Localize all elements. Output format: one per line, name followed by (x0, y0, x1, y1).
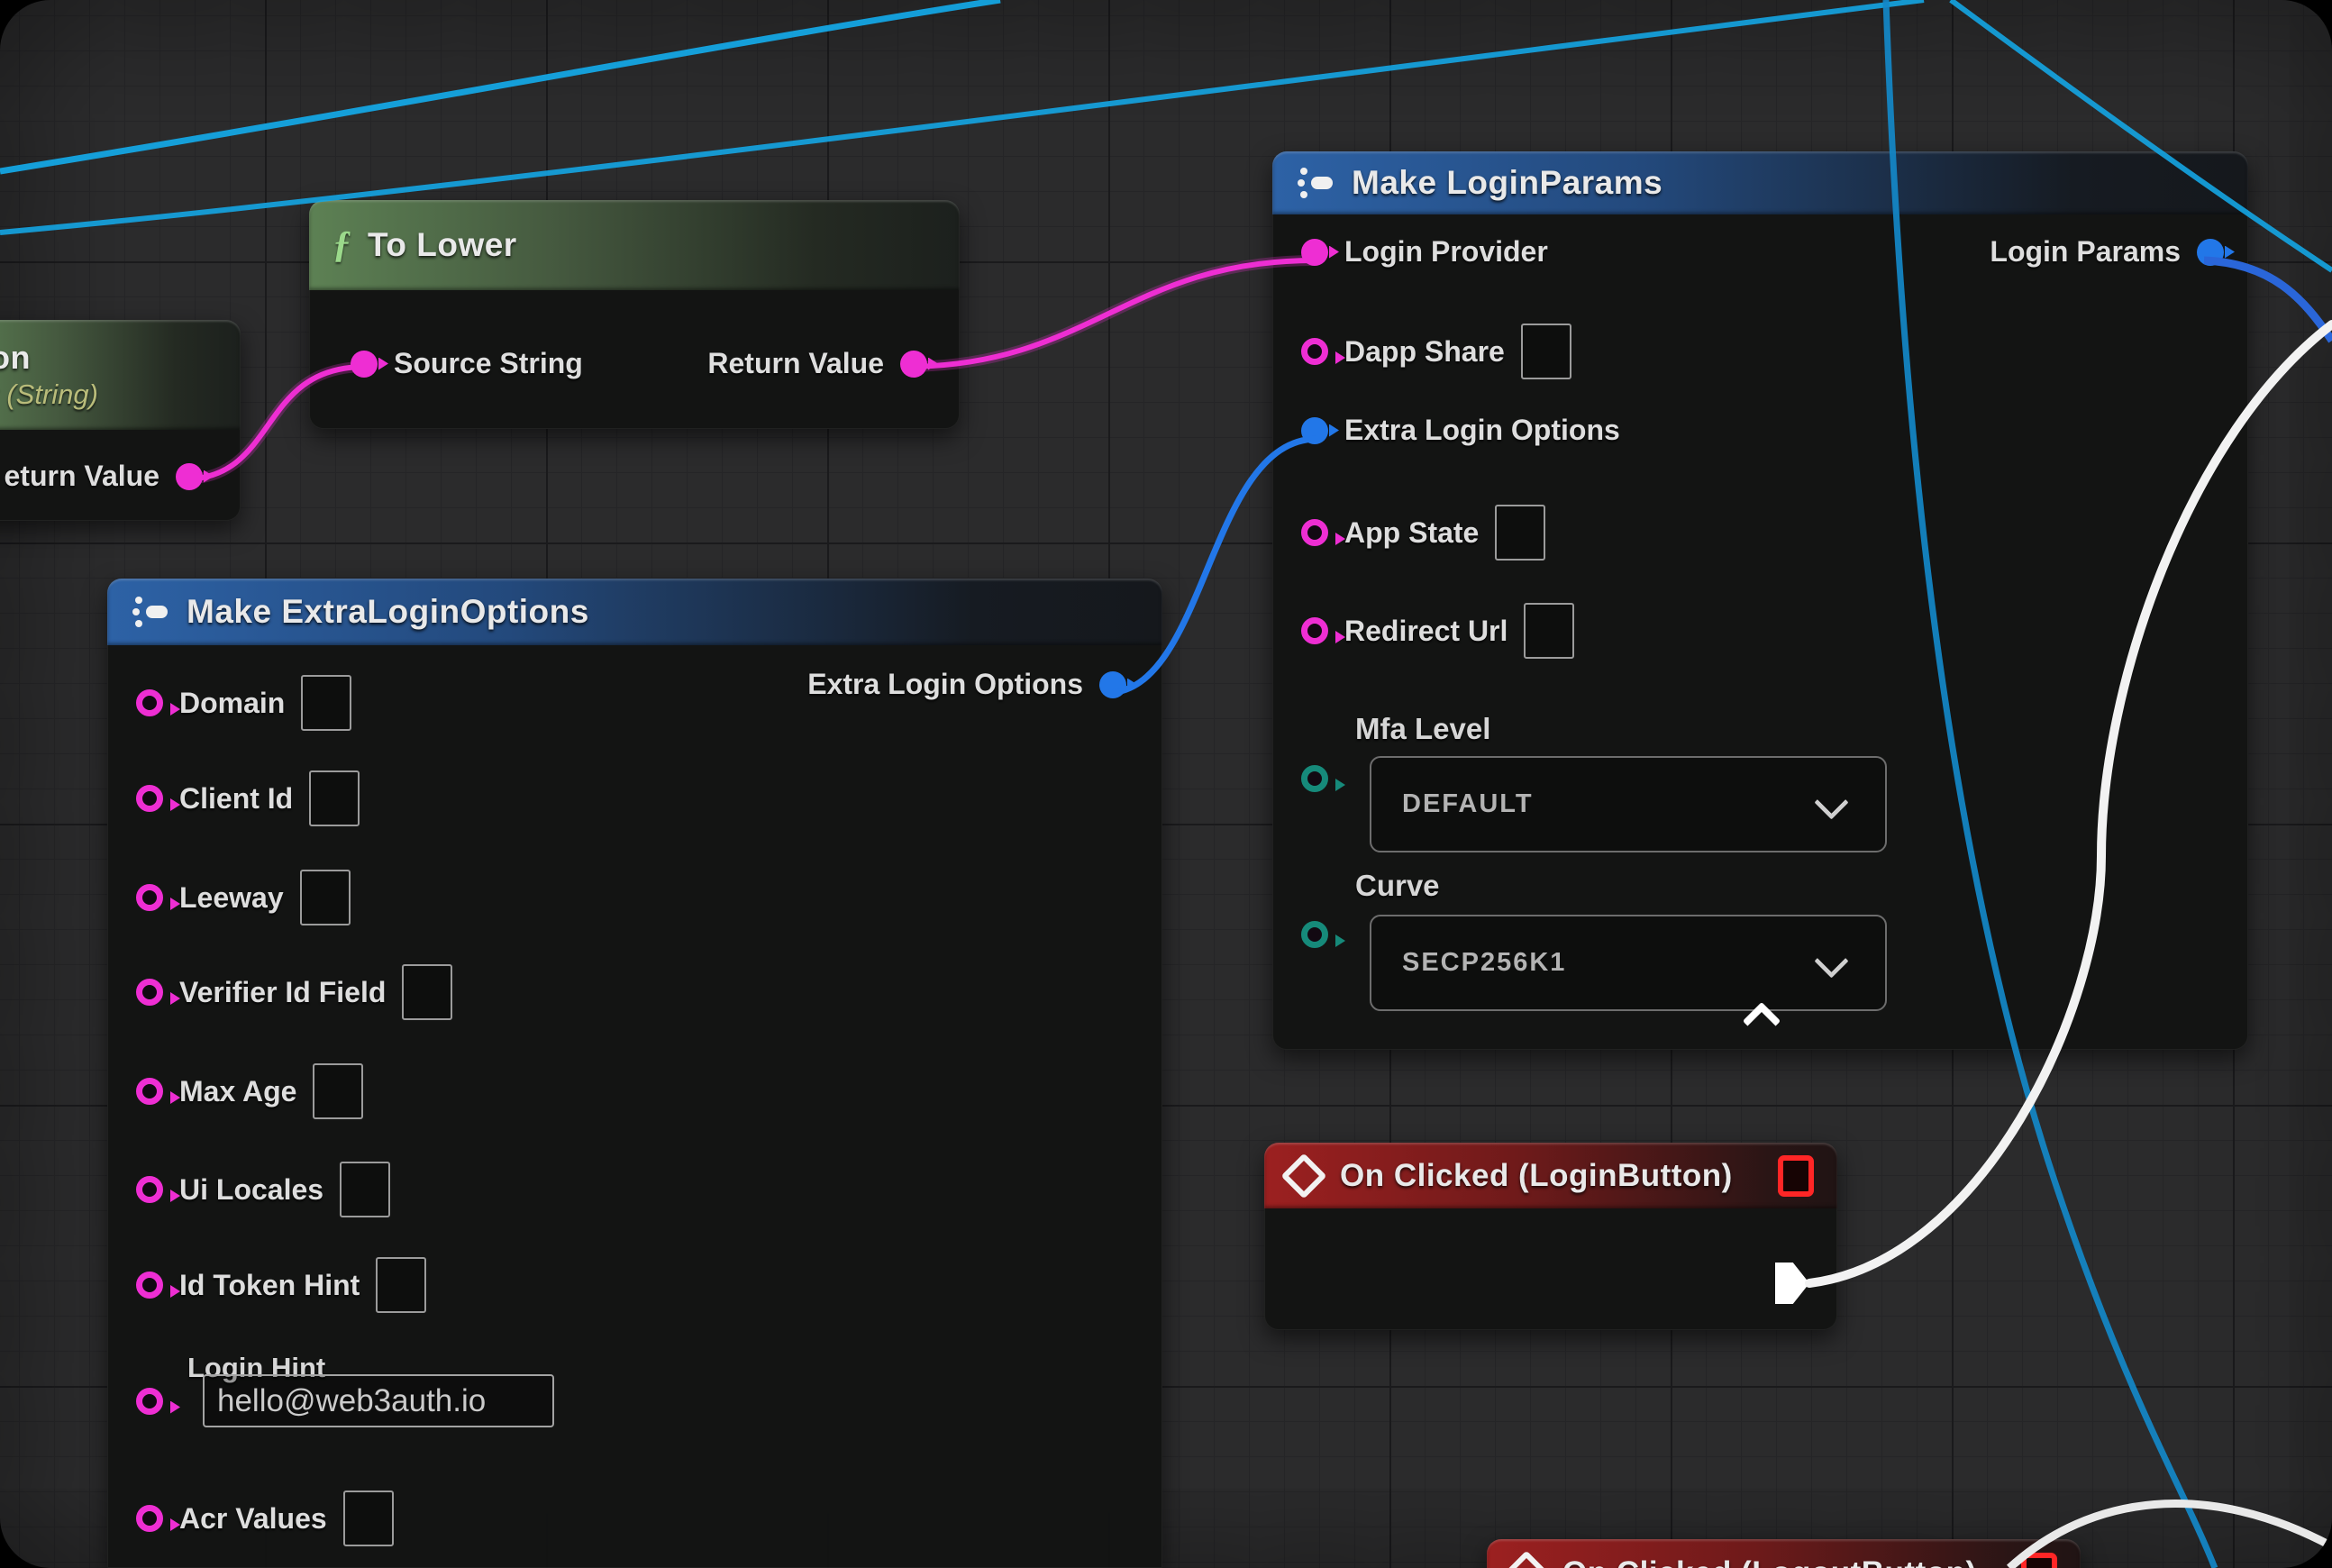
domain-pin[interactable] (136, 689, 163, 716)
dapp-share-pin[interactable] (1301, 338, 1328, 365)
node-on-clicked-logout[interactable]: On Clicked (LogoutButton) (1487, 1539, 2081, 1568)
node-on-clicked-logout-header[interactable]: On Clicked (LogoutButton) (1487, 1539, 2081, 1568)
extra-login-options-out-label: Extra Login Options (807, 668, 1083, 701)
node-clipped-function[interactable]: tion ox (String) eturn Value (0, 320, 241, 521)
max-age-pin[interactable] (136, 1078, 163, 1105)
client-id-label: Client Id (179, 782, 293, 816)
screenshot-stage: tion ox (String) eturn Value ƒ To Lower … (0, 0, 2332, 1568)
app-state-value-box[interactable] (1495, 505, 1545, 561)
login-provider-label: Login Provider (1344, 235, 1548, 269)
wire-string-2-glow (905, 260, 1315, 367)
acr-values-value-box[interactable] (343, 1491, 394, 1546)
extra-login-options-in-label: Extra Login Options (1344, 414, 1620, 447)
chevron-down-icon (1814, 944, 1848, 978)
curve-dropdown[interactable]: SECP256K1 (1370, 915, 1887, 1011)
domain-label: Domain (179, 687, 285, 720)
leeway-label: Leeway (179, 881, 284, 915)
node-to-lower-title: To Lower (368, 226, 517, 264)
verifier-id-field-value-box[interactable] (402, 964, 452, 1020)
acr-values-label: Acr Values (179, 1502, 327, 1536)
node-to-lower[interactable]: ƒ To Lower Source String Return Value (309, 200, 960, 429)
login-provider-pin[interactable] (1301, 239, 1328, 266)
bound-event-icon[interactable] (1778, 1155, 1814, 1197)
redirect-url-value-box[interactable] (1524, 603, 1574, 659)
curve-pin[interactable] (1301, 921, 1328, 948)
login-params-out-label: Login Params (1990, 235, 2181, 269)
blueprint-graph-canvas[interactable]: tion ox (String) eturn Value ƒ To Lower … (0, 0, 2332, 1568)
client-id-value-box[interactable] (309, 770, 360, 826)
id-token-hint-label: Id Token Hint (179, 1269, 360, 1302)
dapp-share-value-box[interactable] (1521, 324, 1571, 379)
event-diamond-icon (1504, 1551, 1550, 1568)
wire-cyan-topleft-1[interactable] (0, 0, 1000, 171)
node-on-clicked-logout-title: On Clicked (LogoutButton) (1562, 1555, 1977, 1568)
wire-string-tolower-to-provider[interactable] (905, 260, 1315, 367)
client-id-pin[interactable] (136, 785, 163, 812)
make-struct-icon (131, 594, 170, 630)
dapp-share-label: Dapp Share (1344, 335, 1505, 369)
node-clipped-function-header[interactable]: tion ox (String) (0, 320, 241, 430)
domain-value-box[interactable] (301, 675, 351, 731)
mfa-level-pin[interactable] (1301, 765, 1328, 792)
verifier-id-field-label: Verifier Id Field (179, 976, 386, 1009)
node-on-clicked-login-title: On Clicked (LoginButton) (1340, 1158, 1733, 1194)
return-value-label: Return Value (707, 347, 884, 380)
max-age-value-box[interactable] (313, 1063, 363, 1119)
source-string-pin[interactable] (351, 351, 378, 378)
login-params-out-pin[interactable] (2197, 239, 2224, 266)
extra-login-options-in-pin[interactable] (1301, 417, 1328, 444)
curve-value: SECP256K1 (1402, 948, 1566, 978)
function-icon: ƒ (332, 223, 351, 267)
leeway-value-box[interactable] (300, 870, 351, 925)
node-make-extra-login-options-title: Make ExtraLoginOptions (187, 593, 589, 631)
mfa-level-label: Mfa Level (1355, 712, 1490, 746)
extra-login-options-out-pin[interactable] (1099, 671, 1126, 698)
app-state-pin[interactable] (1301, 519, 1328, 546)
source-string-label: Source String (394, 347, 583, 380)
mfa-level-dropdown[interactable]: DEFAULT (1370, 756, 1887, 852)
bound-event-icon[interactable] (2021, 1553, 2057, 1568)
id-token-hint-value-box[interactable] (376, 1257, 426, 1313)
verifier-id-field-pin[interactable] (136, 979, 163, 1006)
node-to-lower-header[interactable]: ƒ To Lower (309, 200, 960, 290)
ui-locales-label: Ui Locales (179, 1173, 323, 1207)
clipped-return-value-pin[interactable] (176, 463, 203, 490)
acr-values-pin[interactable] (136, 1505, 163, 1532)
node-make-login-params-title: Make LoginParams (1352, 164, 1662, 202)
login-hint-pin[interactable] (136, 1388, 163, 1415)
node-make-login-params[interactable]: Make LoginParams Login Provider Login Pa… (1272, 151, 2248, 1050)
max-age-label: Max Age (179, 1075, 296, 1108)
collapse-pins-icon[interactable] (1748, 1000, 1775, 1027)
ui-locales-value-box[interactable] (340, 1162, 390, 1217)
node-on-clicked-login[interactable]: On Clicked (LoginButton) (1264, 1143, 1837, 1330)
make-struct-icon (1296, 165, 1335, 201)
node-clipped-function-title: tion (0, 339, 31, 377)
chevron-down-icon (1814, 785, 1848, 819)
redirect-url-label: Redirect Url (1344, 615, 1508, 648)
exec-out-pin[interactable] (1775, 1263, 1809, 1304)
node-on-clicked-login-header[interactable]: On Clicked (LoginButton) (1264, 1143, 1837, 1208)
redirect-url-pin[interactable] (1301, 617, 1328, 644)
clipped-return-value-label: eturn Value (5, 460, 160, 493)
curve-label: Curve (1355, 869, 1440, 903)
node-make-extra-login-options[interactable]: Make ExtraLoginOptions Domain Client Id … (107, 579, 1162, 1568)
node-clipped-function-subtitle: ox (String) (0, 378, 98, 411)
event-diamond-icon (1281, 1153, 1327, 1199)
node-make-extra-login-options-header[interactable]: Make ExtraLoginOptions (107, 579, 1162, 645)
leeway-pin[interactable] (136, 884, 163, 911)
mfa-level-value: DEFAULT (1402, 789, 1534, 819)
node-make-login-params-header[interactable]: Make LoginParams (1272, 151, 2248, 214)
app-state-label: App State (1344, 516, 1479, 550)
login-hint-input[interactable] (203, 1374, 554, 1427)
id-token-hint-pin[interactable] (136, 1272, 163, 1299)
return-value-pin[interactable] (900, 351, 927, 378)
ui-locales-pin[interactable] (136, 1176, 163, 1203)
